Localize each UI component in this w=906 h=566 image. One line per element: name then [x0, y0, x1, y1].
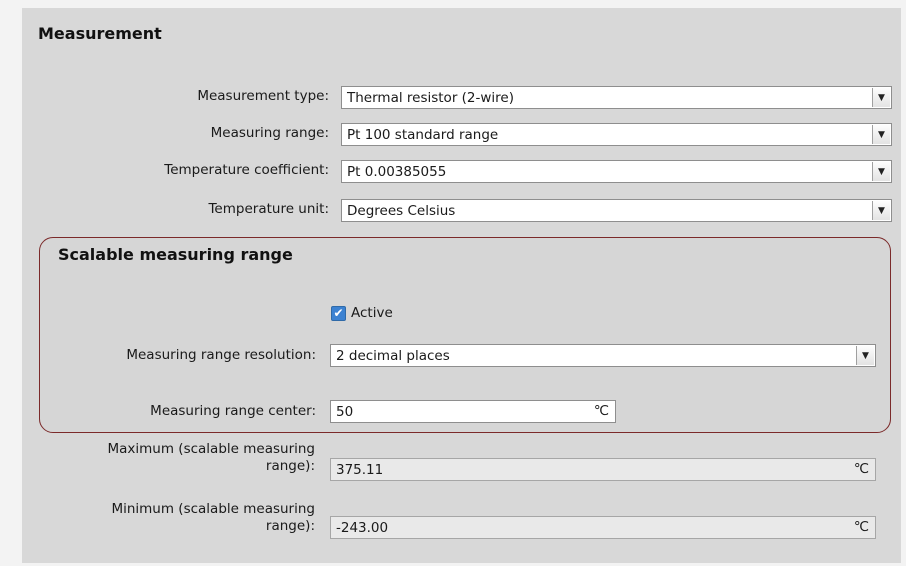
maximum-label: Maximum (scalable measuring range): [107, 441, 316, 474]
temperature-unit-label: Temperature unit: [208, 201, 329, 217]
maximum-field: 375.11 ℃ [330, 458, 876, 481]
temperature-unit-value: Degrees Celsius [347, 202, 456, 219]
center-unit: ℃ [593, 403, 609, 419]
measurement-type-label: Measurement type: [197, 88, 329, 104]
active-checkbox[interactable]: ✔ [331, 305, 346, 321]
dropdown-arrow-icon[interactable]: ▼ [872, 201, 890, 220]
minimum-value: -243.00 [336, 519, 389, 536]
measuring-range-label: Measuring range: [210, 125, 329, 141]
dropdown-arrow-icon[interactable]: ▼ [856, 346, 874, 365]
active-label: Active [351, 305, 393, 321]
center-value: 50 [336, 403, 354, 420]
dropdown-arrow-icon[interactable]: ▼ [872, 88, 890, 107]
section-title: Measurement [38, 24, 162, 43]
measuring-range-select[interactable]: Pt 100 standard range ▼ [341, 123, 892, 146]
minimum-field: -243.00 ℃ [330, 516, 876, 539]
temperature-coefficient-select[interactable]: Pt 0.00385055 ▼ [341, 160, 892, 183]
active-checkbox-row[interactable]: ✔ Active [331, 305, 393, 321]
resolution-label: Measuring range resolution: [126, 347, 316, 363]
minimum-unit: ℃ [853, 519, 869, 535]
center-label: Measuring range center: [150, 403, 316, 419]
maximum-value: 375.11 [336, 461, 384, 478]
center-input[interactable]: 50 ℃ [330, 400, 616, 423]
measurement-type-select[interactable]: Thermal resistor (2-wire) ▼ [341, 86, 892, 109]
minimum-label: Minimum (scalable measuring range): [111, 501, 315, 534]
measuring-range-value: Pt 100 standard range [347, 126, 499, 143]
measurement-type-value: Thermal resistor (2-wire) [347, 89, 515, 106]
resolution-value: 2 decimal places [336, 347, 450, 364]
dropdown-arrow-icon[interactable]: ▼ [872, 162, 890, 181]
maximum-unit: ℃ [853, 461, 869, 477]
resolution-select[interactable]: 2 decimal places ▼ [330, 344, 876, 367]
temperature-unit-select[interactable]: Degrees Celsius ▼ [341, 199, 892, 222]
checkmark-icon: ✔ [333, 306, 344, 320]
dropdown-arrow-icon[interactable]: ▼ [872, 125, 890, 144]
temperature-coefficient-value: Pt 0.00385055 [347, 163, 447, 180]
scalable-range-title: Scalable measuring range [58, 245, 293, 264]
temperature-coefficient-label: Temperature coefficient: [164, 162, 329, 178]
